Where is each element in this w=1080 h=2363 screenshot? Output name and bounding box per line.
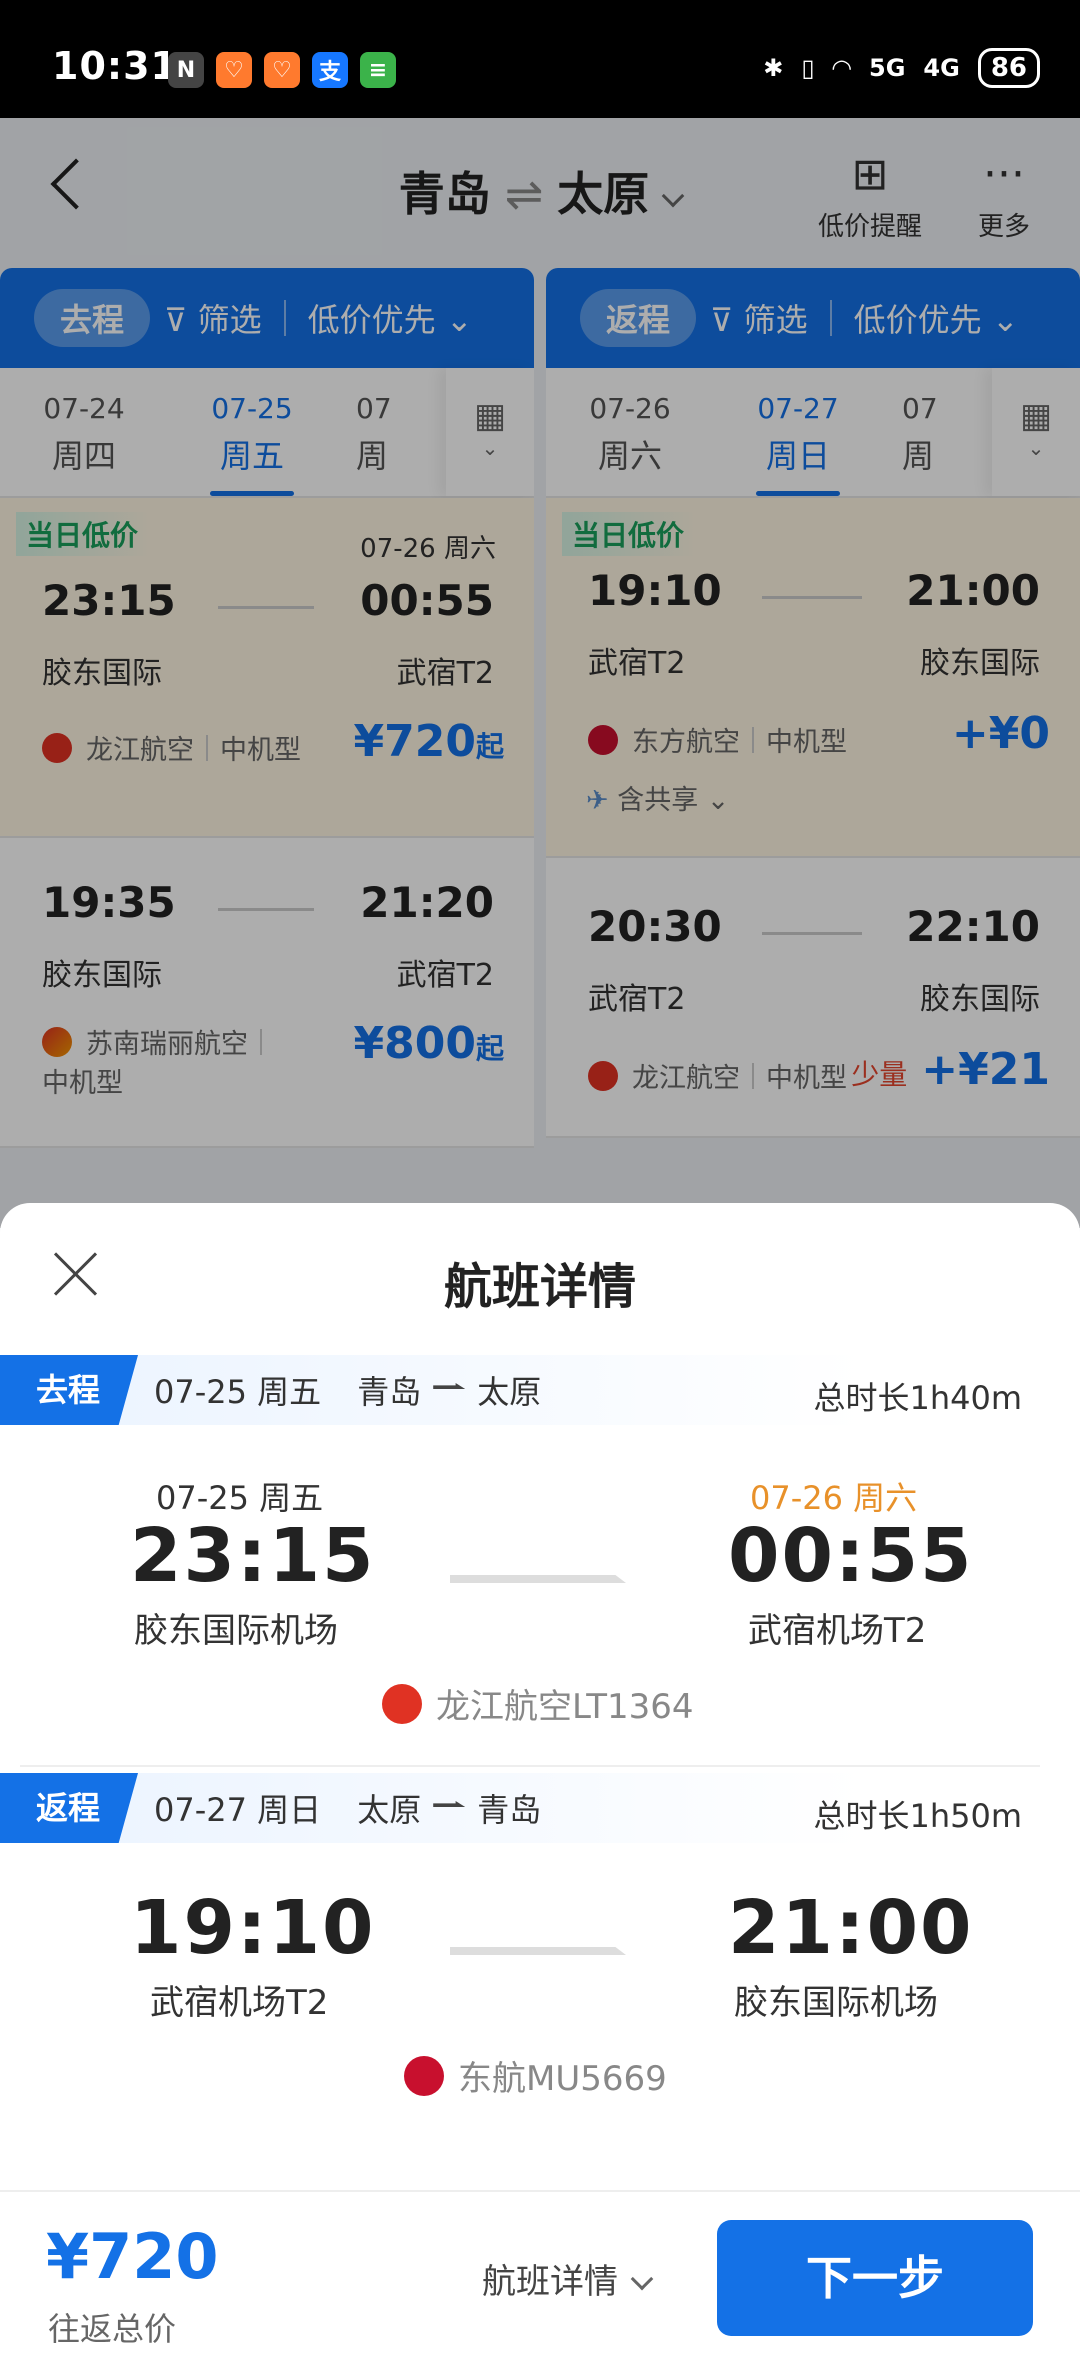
segment-to: 太原 — [477, 1373, 542, 1411]
segment-date: 07-27 周日 — [154, 1791, 322, 1829]
heart-app-icon-2: ♡ — [264, 52, 300, 88]
arr-airport: 胶东国际机场 — [734, 1983, 938, 2023]
china-eastern-logo-icon — [404, 2055, 444, 2096]
wifi-icon: ◠ — [832, 54, 851, 82]
outbound-segment-header: 去程 07-25 周五 青岛 太原 总时长1h40m — [0, 1355, 1080, 1425]
longjiang-logo-icon — [382, 1683, 422, 1724]
route-arrow — [450, 1947, 626, 1955]
segment-from: 青岛 — [357, 1373, 422, 1411]
divider — [20, 1765, 1040, 1767]
next-step-button[interactable]: 下一步 — [717, 2220, 1033, 2336]
sheet-title: 航班详情 — [443, 1259, 636, 1315]
arr-time: 00:55 — [728, 1513, 974, 1599]
alipay-icon: 支 — [312, 52, 348, 88]
return-tag: 返程 — [0, 1773, 139, 1843]
flight-details-toggle[interactable]: 航班详情 — [482, 2254, 654, 2303]
vibrate-icon: ▯ — [801, 54, 815, 82]
dim-overlay[interactable] — [0, 118, 1080, 1228]
flight-details-label: 航班详情 — [482, 2262, 618, 2302]
signal-4g: 4G — [923, 54, 960, 82]
arr-airport: 武宿机场T2 — [748, 1611, 927, 1651]
wallet-icon: ≡ — [360, 52, 396, 88]
segment-to: 青岛 — [477, 1791, 542, 1829]
flight-detail-sheet: 航班详情 去程 07-25 周五 青岛 太原 总时长1h40m 07-25 周五… — [0, 1203, 1080, 2363]
outbound-tag: 去程 — [0, 1355, 139, 1425]
return-segment-header: 返程 07-27 周日 太原 青岛 总时长1h50m — [0, 1773, 1080, 1843]
dep-time: 23:15 — [130, 1513, 376, 1599]
status-bar: 10:31 N ♡ ♡ 支 ≡ ✱ ▯ ◠ 5G 4G 86 — [0, 0, 1080, 118]
arrow-right-icon — [433, 1801, 466, 1807]
bottom-action-bar: ¥720 往返总价 航班详情 下一步 — [0, 2190, 1080, 2363]
route-arrow — [450, 1575, 626, 1583]
segment-duration: 总时长1h40m — [813, 1379, 1022, 1417]
flight-number-label: 龙江航空LT1364 — [436, 1687, 694, 1727]
arrow-right-icon — [433, 1383, 466, 1389]
segment-duration: 总时长1h50m — [813, 1797, 1022, 1835]
status-time: 10:31 — [52, 44, 178, 88]
nfc-icon: N — [168, 52, 204, 88]
flight-number: 龙江航空LT1364 — [382, 1679, 694, 1728]
flight-number-label: 东航MU5669 — [458, 2059, 667, 2099]
flight-number: 东航MU5669 — [404, 2051, 667, 2100]
segment-from: 太原 — [357, 1791, 422, 1829]
dep-airport: 武宿机场T2 — [150, 1983, 329, 2023]
status-app-icons: N ♡ ♡ 支 ≡ — [168, 52, 396, 88]
total-price: ¥720 — [46, 2220, 219, 2293]
segment-date: 07-25 周五 — [154, 1373, 322, 1411]
dep-time: 19:10 — [130, 1885, 376, 1971]
dep-airport: 胶东国际机场 — [134, 1611, 338, 1651]
chevron-down-icon — [630, 2267, 654, 2291]
status-indicators: ✱ ▯ ◠ 5G 4G 86 — [763, 48, 1040, 88]
heart-app-icon: ♡ — [216, 52, 252, 88]
total-price-label: 往返总价 — [48, 2310, 177, 2348]
arr-time: 21:00 — [728, 1885, 974, 1971]
bluetooth-icon: ✱ — [763, 54, 784, 82]
signal-5g: 5G — [869, 54, 906, 82]
battery-indicator: 86 — [977, 48, 1040, 88]
